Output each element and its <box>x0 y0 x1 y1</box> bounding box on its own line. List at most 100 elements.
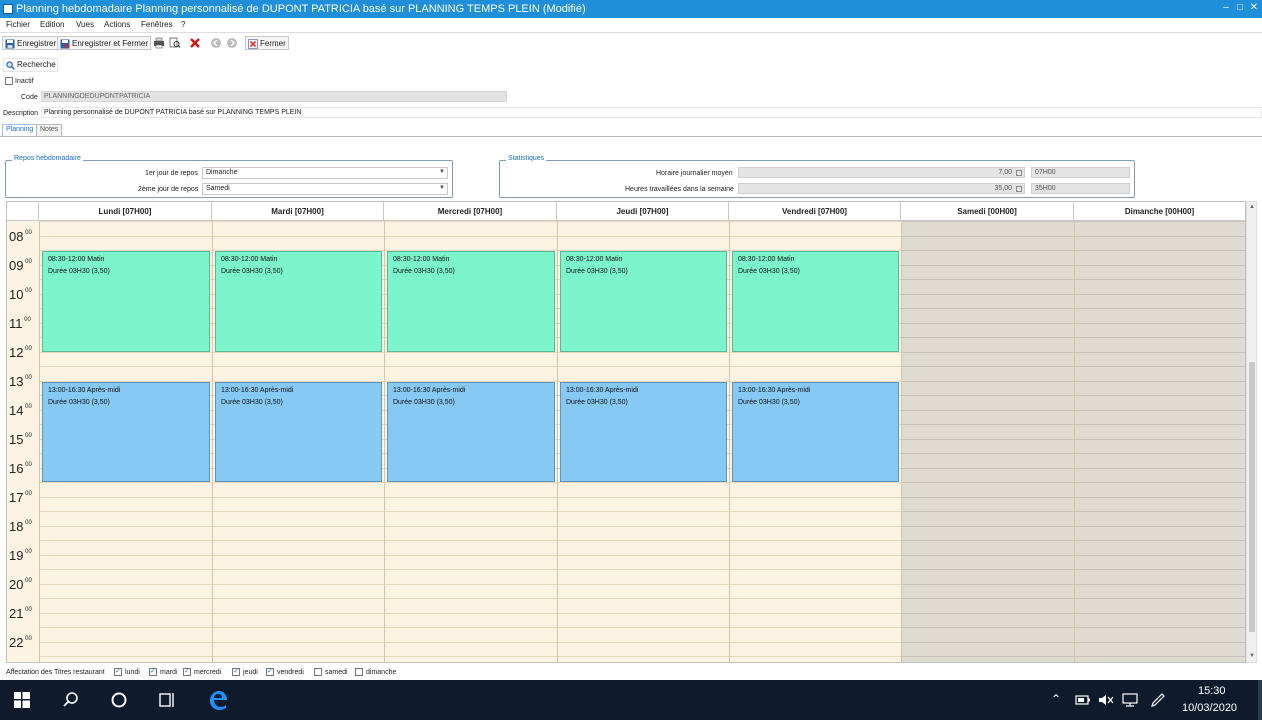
calculator-icon <box>1016 186 1022 192</box>
hour-value: 13 <box>9 374 24 389</box>
tab-planning[interactable]: Planning <box>2 124 38 136</box>
meal-voucher-checkbox-lundi[interactable]: ✓ <box>114 668 122 676</box>
scroll-up-icon[interactable]: ▲ <box>1249 204 1255 210</box>
day-header[interactable]: Vendredi [07H00] <box>729 202 901 221</box>
meal-voucher-day-label: samedi <box>325 669 348 676</box>
slot-line <box>39 352 901 353</box>
meal-voucher-checkbox-samedi[interactable] <box>314 668 322 676</box>
task-view-icon[interactable] <box>158 691 176 709</box>
stats-group-title: Statistiques <box>506 155 547 162</box>
menu-edition[interactable]: Edition <box>40 20 64 29</box>
previous-record-icon[interactable] <box>210 37 222 49</box>
day-header[interactable]: Mardi [07H00] <box>212 202 384 221</box>
event-time-title: 13:00-16:30 Après-midi <box>221 387 294 394</box>
pen-ink-icon[interactable] <box>1150 692 1166 708</box>
meal-voucher-checkbox-mercredi[interactable]: ✓ <box>183 668 191 676</box>
afternoon-shift-event[interactable]: 13:00-16:30 Après-midi Durée 03H30 (3,50) <box>560 382 727 482</box>
volume-muted-icon[interactable] <box>1098 693 1114 707</box>
slot-line <box>39 366 901 367</box>
hour-value: 16 <box>9 461 24 476</box>
meal-voucher-checkbox-mardi[interactable]: ✓ <box>149 668 157 676</box>
meal-voucher-checkbox-jeudi[interactable]: ✓ <box>232 668 240 676</box>
meal-voucher-checkbox-vendredi[interactable]: ✓ <box>266 668 274 676</box>
afternoon-shift-event[interactable]: 13:00-16:30 Après-midi Durée 03H30 (3,50) <box>732 382 899 482</box>
morning-shift-event[interactable]: 08:30-12:00 Matin Durée 03H30 (3,50) <box>560 251 727 352</box>
close-icon[interactable]: ✕ <box>1248 2 1260 14</box>
menu-fichier[interactable]: Fichier <box>6 20 30 29</box>
slot-line <box>39 569 901 570</box>
show-desktop-button[interactable] <box>1258 680 1262 720</box>
slot-line <box>39 497 901 498</box>
hour-label: 17 00 <box>7 490 39 505</box>
morning-shift-event[interactable]: 08:30-12:00 Matin Durée 03H30 (3,50) <box>215 251 382 352</box>
vertical-scrollbar[interactable]: ▲ ▼ <box>1246 201 1257 663</box>
delete-icon[interactable] <box>189 37 201 49</box>
print-preview-icon[interactable] <box>169 37 181 49</box>
hour-label: 20 00 <box>7 577 39 592</box>
day-header[interactable]: Mercredi [07H00] <box>384 202 557 221</box>
search-button[interactable]: Recherche <box>3 58 58 72</box>
slot-line <box>39 642 901 643</box>
first-rest-day-value: Dimanche <box>206 169 238 176</box>
save-button[interactable]: Enregistrer <box>2 36 60 50</box>
tab-notes[interactable]: Notes <box>36 124 63 136</box>
scroll-down-icon[interactable]: ▼ <box>1249 653 1255 659</box>
tab-divider <box>0 136 1262 137</box>
inactive-checkbox[interactable] <box>5 77 13 85</box>
day-header[interactable]: Dimanche [00H00] <box>1074 202 1245 221</box>
print-icon[interactable] <box>153 37 165 49</box>
clock-time[interactable]: 15:30 <box>1198 685 1226 697</box>
hour-label: 12 00 <box>7 345 39 360</box>
clock-date[interactable]: 10/03/2020 <box>1182 702 1237 714</box>
window-title: Planning hebdomadaire Planning personnal… <box>16 3 586 15</box>
edge-browser-icon[interactable] <box>207 689 229 711</box>
event-time-title: 08:30-12:00 Matin <box>48 256 105 263</box>
scrollbar-thumb[interactable] <box>1249 362 1255 632</box>
menu-help[interactable]: ? <box>181 20 185 29</box>
maximize-icon[interactable]: □ <box>1234 2 1246 14</box>
morning-shift-event[interactable]: 08:30-12:00 Matin Durée 03H30 (3,50) <box>42 251 210 352</box>
save-close-button[interactable]: Enregistrer et Fermer <box>57 36 152 50</box>
event-duration: Durée 03H30 (3,50) <box>738 399 800 406</box>
network-icon[interactable] <box>1122 693 1138 707</box>
minute-value: 00 <box>23 578 32 584</box>
app-icon <box>3 4 13 14</box>
meal-voucher-day-label: mardi <box>160 669 178 676</box>
search-taskbar-icon[interactable] <box>62 691 80 709</box>
menu-fenetres[interactable]: Fenêtres <box>141 20 173 29</box>
event-duration: Durée 03H30 (3,50) <box>566 268 628 275</box>
slot-line <box>39 236 901 237</box>
description-field[interactable]: Planning personnalisé de DUPONT PATRICIA… <box>41 107 1262 118</box>
minute-value: 00 <box>23 346 32 352</box>
menu-vues[interactable]: Vues <box>76 20 94 29</box>
hour-label: 19 00 <box>7 548 39 563</box>
close-button[interactable]: Fermer <box>245 36 289 50</box>
afternoon-shift-event[interactable]: 13:00-16:30 Après-midi Durée 03H30 (3,50) <box>387 382 555 482</box>
meal-voucher-checkbox-dimanche[interactable] <box>355 668 363 676</box>
slot-line <box>39 598 901 599</box>
day-header[interactable]: Jeudi [07H00] <box>557 202 729 221</box>
first-rest-day-select[interactable]: Dimanche ▼ <box>202 167 448 179</box>
minute-value: 00 <box>23 520 32 526</box>
code-field[interactable]: PLANNINGDEDUPONTPATRICIA <box>41 91 507 102</box>
day-header[interactable]: Lundi [07H00] <box>39 202 212 221</box>
daily-average-hours: 07H00 <box>1031 167 1130 178</box>
event-time-title: 13:00-16:30 Après-midi <box>738 387 811 394</box>
battery-icon[interactable] <box>1075 693 1091 707</box>
chevron-up-icon[interactable]: ⌃ <box>1051 692 1061 706</box>
minimize-icon[interactable]: – <box>1220 2 1232 14</box>
cortana-icon[interactable] <box>110 691 128 709</box>
morning-shift-event[interactable]: 08:30-12:00 Matin Durée 03H30 (3,50) <box>732 251 899 352</box>
second-rest-day-select[interactable]: Samedi ▼ <box>202 183 448 195</box>
hour-label: 14 00 <box>7 403 39 418</box>
minute-value: 00 <box>23 607 32 613</box>
description-label: Description <box>3 110 39 117</box>
next-record-icon[interactable] <box>226 37 238 49</box>
afternoon-shift-event[interactable]: 13:00-16:30 Après-midi Durée 03H30 (3,50) <box>215 382 382 482</box>
windows-start-icon[interactable] <box>14 692 30 708</box>
day-column-line <box>729 221 730 662</box>
menu-actions[interactable]: Actions <box>104 20 130 29</box>
afternoon-shift-event[interactable]: 13:00-16:30 Après-midi Durée 03H30 (3,50) <box>42 382 210 482</box>
day-header[interactable]: Samedi [00H00] <box>901 202 1074 221</box>
morning-shift-event[interactable]: 08:30-12:00 Matin Durée 03H30 (3,50) <box>387 251 555 352</box>
